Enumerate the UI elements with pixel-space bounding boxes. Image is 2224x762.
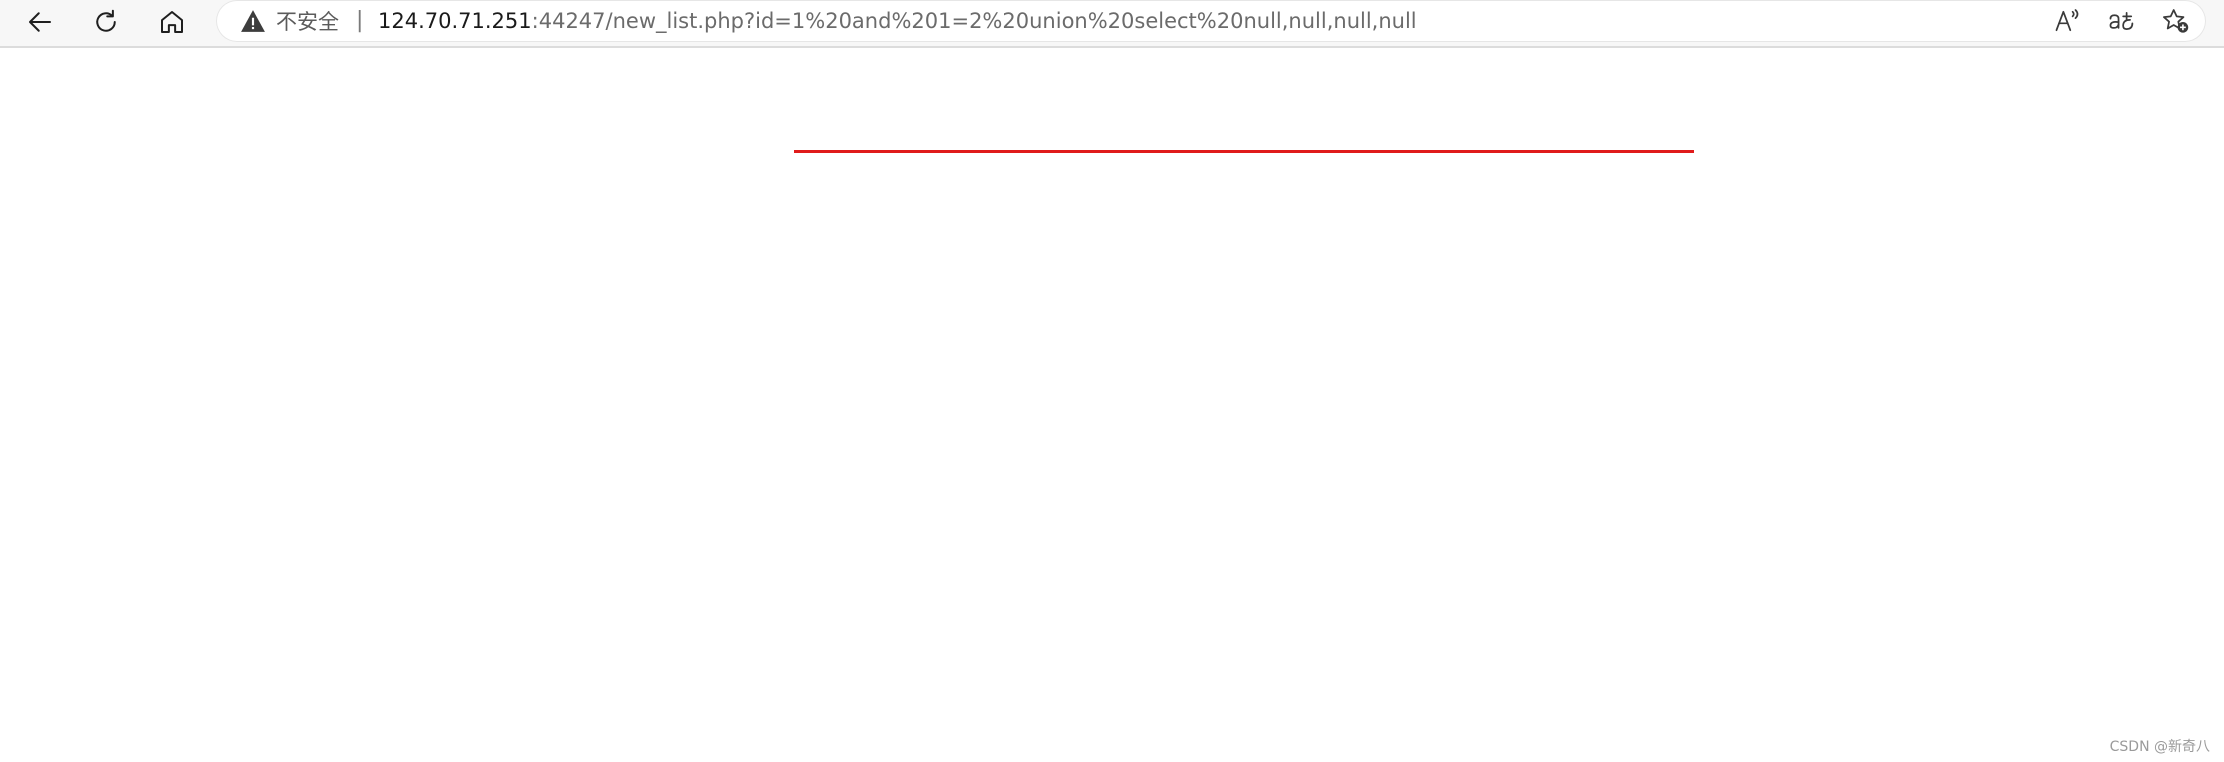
read-aloud-icon [2055, 9, 2079, 32]
url-text[interactable]: 124.70.71.251:44247/new_list.php?id=1%20… [378, 6, 1417, 36]
add-favorite-button[interactable] [2154, 2, 2198, 40]
browser-toolbar: 不安全 | 124.70.71.251:44247/new_list.php?i… [0, 0, 2224, 48]
security-indicator[interactable]: 不安全 [240, 6, 339, 36]
back-button[interactable] [18, 2, 62, 42]
translate-icon [2109, 12, 2134, 30]
address-separator: | [356, 8, 364, 33]
url-host: 124.70.71.251 [378, 9, 532, 33]
red-divider-line [794, 150, 1694, 153]
refresh-button[interactable] [84, 2, 128, 42]
warning-icon [241, 10, 265, 32]
refresh-icon [96, 9, 116, 32]
home-icon [161, 11, 183, 33]
security-label: 不安全 [276, 10, 339, 34]
read-aloud-button[interactable] [2046, 2, 2090, 40]
csdn-watermark: CSDN @新奇八 [2109, 739, 2210, 755]
translate-button[interactable] [2100, 2, 2144, 40]
url-path: :44247/new_list.php?id=1%20and%201=2%20u… [531, 9, 1417, 33]
back-arrow-icon [29, 12, 51, 32]
add-favorite-icon [2163, 9, 2189, 33]
home-button[interactable] [150, 2, 194, 42]
address-bar[interactable]: 不安全 | 124.70.71.251:44247/new_list.php?i… [216, 0, 2206, 42]
